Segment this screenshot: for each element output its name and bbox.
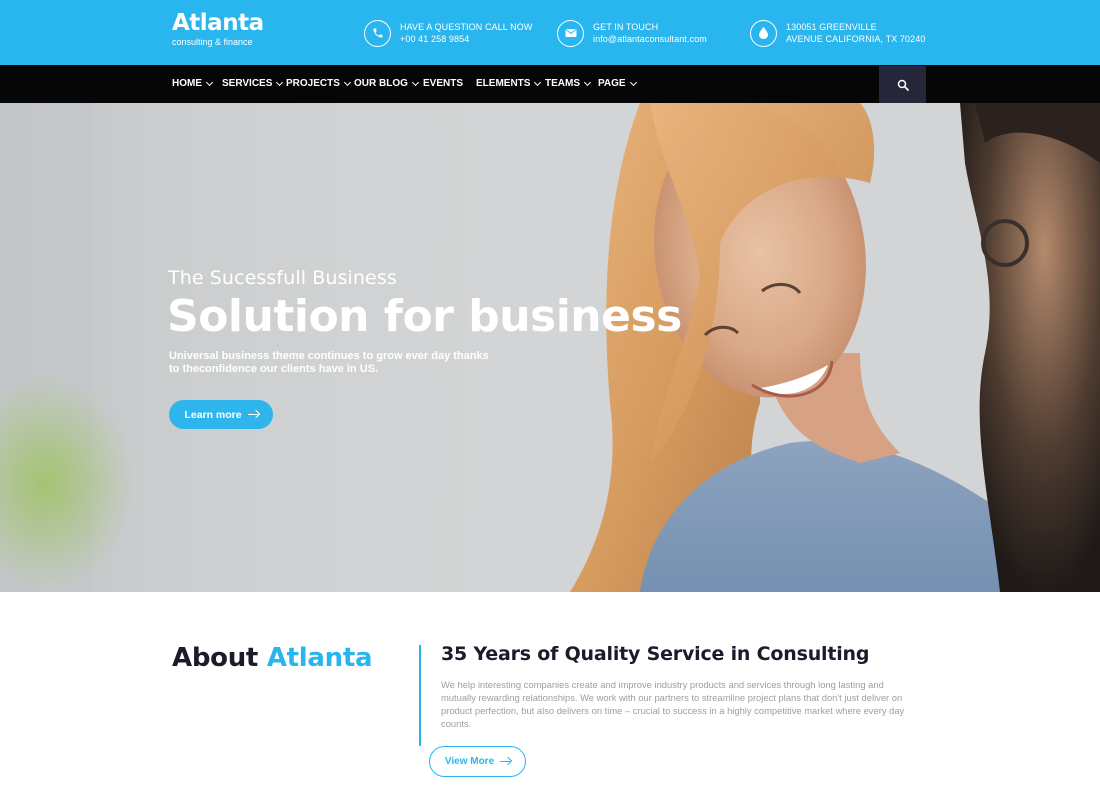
learn-more-button[interactable]: Learn more: [169, 400, 273, 429]
search-button[interactable]: [879, 66, 926, 103]
nav-item-events[interactable]: EVENTS: [423, 65, 463, 103]
nav-item-label: TEAMS: [545, 78, 580, 89]
nav-item-home[interactable]: HOME: [172, 65, 214, 103]
nav-item-services[interactable]: SERVICES: [222, 65, 284, 103]
contact-email: GET IN TOUCH info@atlantaconsultant.com: [557, 17, 707, 49]
learn-more-label: Learn more: [184, 408, 242, 421]
hero-title: Solution for business: [167, 291, 682, 342]
contact-address-line1: 130051 GREENVILLE: [786, 22, 877, 32]
contact-phone-label: HAVE A QUESTION CALL NOW: [400, 22, 533, 32]
logo-tagline: consulting & finance: [172, 37, 253, 47]
about-heading-accent: Atlanta: [266, 643, 373, 673]
nav-item-label: EVENTS: [423, 78, 464, 89]
contact-email-label: GET IN TOUCH: [593, 22, 659, 32]
main-nav: HOME SERVICES PROJECTS OUR BLOG EVENTS E…: [0, 65, 1100, 103]
chevron-down-icon: [205, 78, 214, 87]
nav-item-our-blog[interactable]: OUR BLOG: [354, 65, 419, 103]
nav-item-label: HOME: [172, 78, 202, 89]
hero-description: Universal business theme continues to gr…: [169, 350, 489, 375]
phone-icon: [364, 19, 391, 47]
contact-phone-number[interactable]: +00 41 258 9854: [400, 33, 532, 45]
chevron-down-icon: [534, 78, 542, 87]
view-more-button[interactable]: View More: [429, 746, 526, 777]
nav-item-elements[interactable]: ELEMENTS: [476, 65, 542, 103]
arrow-right-icon: [247, 413, 258, 416]
nav-item-label: PROJECTS: [286, 78, 340, 89]
vertical-divider: [419, 645, 421, 746]
chevron-down-icon: [629, 78, 637, 87]
about-heading-prefix: About: [172, 643, 259, 673]
about-heading: About Atlanta: [172, 643, 373, 673]
contact-address-line2: AVENUE CALIFORNIA, TX 70240: [786, 34, 926, 44]
logo[interactable]: Atlanta consulting & finance: [172, 10, 264, 47]
logo-wordmark: Atlanta: [172, 10, 264, 36]
hero-photo: [0, 103, 1100, 592]
top-bar: Atlanta consulting & finance HAVE A QUES…: [0, 0, 1100, 65]
chevron-down-icon: [276, 78, 284, 87]
nav-item-label: PAGE: [598, 78, 626, 89]
nav-item-projects[interactable]: PROJECTS: [286, 65, 351, 103]
about-text: We help interesting companies create and…: [441, 679, 905, 729]
arrow-right-icon: [500, 760, 511, 763]
about-subheading: 35 Years of Quality Service in Consultin…: [441, 643, 870, 665]
location-drop-icon: [750, 19, 777, 47]
contact-phone: HAVE A QUESTION CALL NOW +00 41 258 9854: [364, 17, 532, 49]
nav-item-label: ELEMENTS: [476, 78, 531, 89]
nav-item-label: OUR BLOG: [354, 78, 408, 89]
nav-item-label: SERVICES: [222, 78, 273, 89]
view-more-label: View More: [444, 756, 495, 767]
search-icon: [897, 79, 909, 91]
chevron-down-icon: [411, 78, 419, 87]
hero-overline: The Sucessfull Business: [168, 267, 397, 289]
chevron-down-icon: [343, 78, 351, 87]
mail-icon: [557, 19, 584, 47]
contact-email-address[interactable]: info@atlantaconsultant.com: [593, 33, 707, 45]
nav-item-page[interactable]: PAGE: [598, 65, 637, 103]
nav-item-teams[interactable]: TEAMS: [545, 65, 592, 103]
hero-banner: The Sucessfull Business Solution for bus…: [0, 103, 1100, 592]
chevron-down-icon: [583, 78, 592, 87]
contact-address: 130051 GREENVILLE AVENUE CALIFORNIA, TX …: [750, 17, 925, 49]
